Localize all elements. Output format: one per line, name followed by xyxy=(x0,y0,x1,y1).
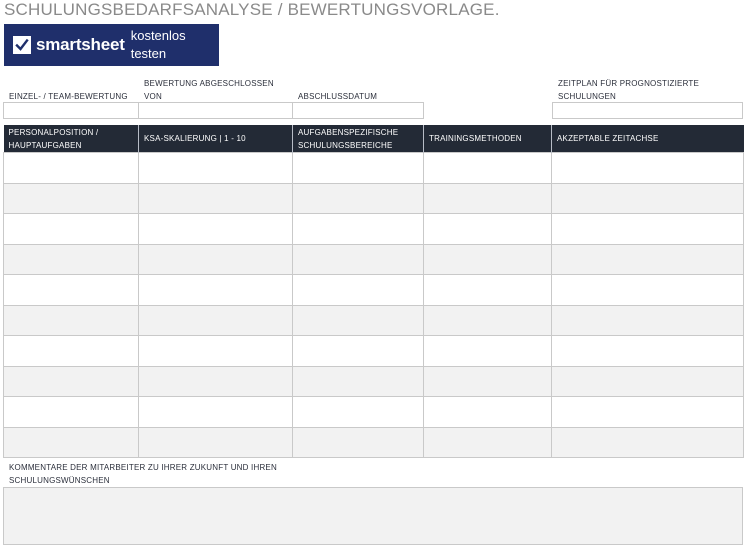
table-cell[interactable] xyxy=(551,365,744,397)
table-cell[interactable] xyxy=(292,182,424,214)
training-schedule-input[interactable] xyxy=(552,102,743,119)
table-cell[interactable] xyxy=(423,213,552,245)
table-row xyxy=(3,243,744,275)
comments-label: KOMMENTARE DER MITARBEITER ZU IHRER ZUKU… xyxy=(9,463,277,485)
table-cell[interactable] xyxy=(3,335,139,367)
smartsheet-logo-icon xyxy=(13,36,31,54)
table-cell[interactable] xyxy=(292,396,424,428)
column-header-training-areas: AUFGABENSPEZIFISCHE SCHULUNGSBEREICHE xyxy=(292,125,424,153)
table-cell[interactable] xyxy=(292,304,424,336)
table-cell[interactable] xyxy=(292,152,424,184)
table-cell[interactable] xyxy=(3,213,139,245)
smartsheet-trial-banner[interactable]: smartsheet kostenlos testen xyxy=(4,24,219,66)
training-schedule-label: ZEITPLAN FÜR PROGNOSTIZIERTE SCHULUNGEN xyxy=(558,79,700,101)
training-needs-table: PERSONALPOSITION / HAUPTAUFGABEN KSA-SKA… xyxy=(3,125,744,458)
table-cell[interactable] xyxy=(292,243,424,275)
table-cell[interactable] xyxy=(138,304,293,336)
table-cell[interactable] xyxy=(551,426,744,458)
table-cell[interactable] xyxy=(292,213,424,245)
table-cell[interactable] xyxy=(138,243,293,275)
table-row xyxy=(3,152,744,184)
table-cell[interactable] xyxy=(423,243,552,275)
table-cell[interactable] xyxy=(3,365,139,397)
table-cell[interactable] xyxy=(423,182,552,214)
column-header-timeline: AKZEPTABLE ZEITACHSE xyxy=(551,125,744,153)
table-cell[interactable] xyxy=(292,426,424,458)
trial-cta-label: kostenlos testen xyxy=(130,28,186,61)
table-cell[interactable] xyxy=(3,274,139,306)
table-cell[interactable] xyxy=(292,274,424,306)
table-cell[interactable] xyxy=(138,396,293,428)
table-cell[interactable] xyxy=(423,365,552,397)
table-cell[interactable] xyxy=(3,426,139,458)
table-cell[interactable] xyxy=(3,152,139,184)
table-cell[interactable] xyxy=(292,335,424,367)
completed-by-label: BEWERTUNG ABGESCHLOSSEN VON xyxy=(144,79,274,101)
table-cell[interactable] xyxy=(138,152,293,184)
table-cell[interactable] xyxy=(551,152,744,184)
table-cell[interactable] xyxy=(551,182,744,214)
table-cell[interactable] xyxy=(423,274,552,306)
column-header-position: PERSONALPOSITION / HAUPTAUFGABEN xyxy=(3,125,139,153)
table-cell[interactable] xyxy=(138,426,293,458)
table-cell[interactable] xyxy=(551,304,744,336)
table-cell[interactable] xyxy=(551,243,744,275)
table-row xyxy=(3,365,744,397)
table-row xyxy=(3,274,744,306)
table-cell[interactable] xyxy=(138,274,293,306)
table-row xyxy=(3,182,744,214)
table-cell[interactable] xyxy=(292,365,424,397)
table-cell[interactable] xyxy=(551,335,744,367)
table-cell[interactable] xyxy=(138,335,293,367)
table-row xyxy=(3,335,744,367)
completion-date-input[interactable] xyxy=(292,102,424,119)
table-cell[interactable] xyxy=(551,274,744,306)
assessment-type-input[interactable] xyxy=(3,102,139,119)
table-cell[interactable] xyxy=(3,304,139,336)
table-cell[interactable] xyxy=(3,182,139,214)
table-row xyxy=(3,304,744,336)
table-cell[interactable] xyxy=(3,243,139,275)
column-header-training-methods: TRAININGSMETHODEN xyxy=(423,125,552,153)
table-cell[interactable] xyxy=(551,396,744,428)
table-cell[interactable] xyxy=(423,152,552,184)
table-row xyxy=(3,426,744,458)
completed-by-input[interactable] xyxy=(138,102,293,119)
table-row xyxy=(3,396,744,428)
table-cell[interactable] xyxy=(3,396,139,428)
table-row xyxy=(3,213,744,245)
table-cell[interactable] xyxy=(423,426,552,458)
column-header-ksa-scale: KSA-SKALIERUNG | 1 - 10 xyxy=(138,125,293,153)
comments-textarea[interactable] xyxy=(3,487,743,545)
table-cell[interactable] xyxy=(423,396,552,428)
table-cell[interactable] xyxy=(551,213,744,245)
table-header-row: PERSONALPOSITION / HAUPTAUFGABEN KSA-SKA… xyxy=(3,125,744,153)
table-cell[interactable] xyxy=(138,365,293,397)
page-title: SCHULUNGSBEDARFSANALYSE / BEWERTUNGSVORL… xyxy=(4,0,500,19)
table-cell[interactable] xyxy=(423,304,552,336)
table-cell[interactable] xyxy=(138,182,293,214)
brand-name: smartsheet xyxy=(36,35,125,54)
table-cell[interactable] xyxy=(423,335,552,367)
table-cell[interactable] xyxy=(138,213,293,245)
